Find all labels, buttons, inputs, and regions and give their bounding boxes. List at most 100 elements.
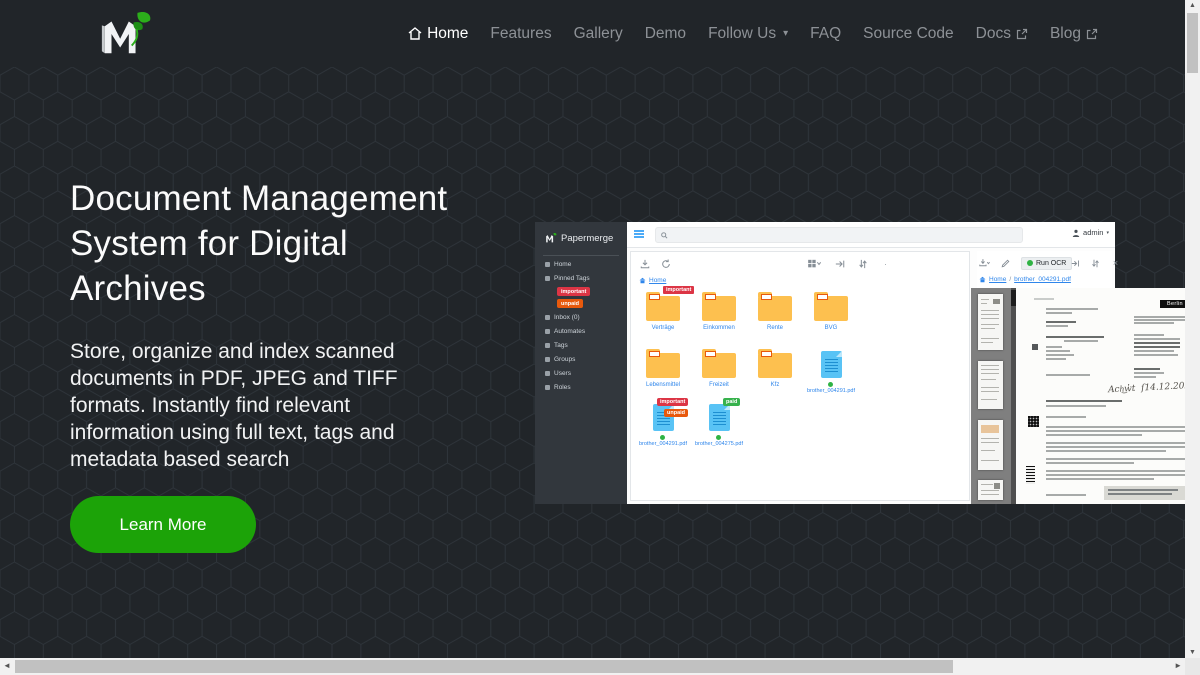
search-bar[interactable] — [655, 227, 1023, 243]
file-tag-important[interactable]: important — [657, 398, 688, 406]
roles-icon — [545, 385, 550, 390]
breadcrumb-home-link[interactable]: Home — [989, 276, 1006, 283]
user-menu[interactable]: admin ▾ — [1072, 228, 1109, 237]
close-icon[interactable]: × — [1110, 258, 1121, 269]
nav-docs[interactable]: Docs — [967, 19, 1037, 49]
vertical-scrollbar-thumb[interactable] — [1187, 13, 1198, 73]
vertical-scrollbar[interactable]: ▲ ▼ — [1185, 0, 1200, 658]
nav-blog[interactable]: Blog — [1041, 19, 1107, 49]
pinned-tag-important[interactable]: important — [557, 287, 590, 296]
sidebar-item-label: Tags — [554, 342, 568, 349]
breadcrumb-home-link[interactable]: Home — [649, 277, 666, 284]
folder-item[interactable]: BVG — [805, 296, 857, 331]
folder-name[interactable]: BVG — [805, 325, 857, 331]
commander-panel: · Home important Verträge Einkommen Rent… — [630, 251, 970, 501]
search-icon — [661, 232, 668, 239]
folder-name[interactable]: Rente — [749, 325, 801, 331]
user-label: admin — [1083, 228, 1103, 237]
folder-name[interactable]: Verträge — [637, 325, 689, 331]
menu-toggle-icon[interactable] — [634, 230, 644, 239]
file-tag-unpaid[interactable]: unpaid — [664, 409, 688, 417]
folder-item[interactable]: Lebensmittel — [637, 353, 689, 388]
page-thumbnail[interactable] — [978, 294, 1003, 350]
papermerge-logo[interactable] — [95, 9, 153, 59]
folder-name[interactable]: Lebensmittel — [637, 382, 689, 388]
document-name[interactable]: brother_004275.pdf — [693, 435, 745, 447]
document-page[interactable]: Berlin Ach͜w — [1016, 288, 1200, 504]
page-thumbnail[interactable] — [978, 420, 1003, 470]
learn-more-button[interactable]: Learn More — [70, 496, 256, 553]
breadcrumb-separator: / — [1009, 276, 1011, 283]
nav-demo[interactable]: Demo — [636, 19, 695, 49]
paragraph-line: information using full text, tags and — [70, 419, 490, 446]
sidebar-item-groups[interactable]: Groups — [545, 356, 575, 363]
download-dropdown-icon[interactable] — [979, 258, 990, 269]
expand-panel-icon[interactable] — [834, 259, 845, 270]
folder-item[interactable]: Verträge — [637, 296, 689, 331]
commander-toolbar-left — [639, 256, 671, 272]
file-tag-paid[interactable]: paid — [723, 398, 740, 406]
nav-features[interactable]: Features — [481, 19, 560, 49]
sidebar-item-roles[interactable]: Roles — [545, 384, 571, 391]
upload-icon[interactable] — [639, 259, 650, 270]
horizontal-scrollbar-thumb[interactable] — [15, 660, 953, 673]
nav-home[interactable]: Home — [399, 19, 477, 49]
ocr-done-icon — [716, 435, 721, 440]
tags-icon — [545, 343, 550, 348]
refresh-icon[interactable] — [660, 259, 671, 270]
folder-name[interactable]: Kfz — [749, 382, 801, 388]
scroll-right-arrow[interactable]: ► — [1174, 661, 1182, 670]
scroll-up-arrow[interactable]: ▲ — [1185, 2, 1200, 9]
folder-name[interactable]: Freizeit — [693, 382, 745, 388]
divider — [543, 255, 619, 256]
scroll-left-arrow[interactable]: ◄ — [3, 661, 11, 670]
paragraph-line: Store, organize and index scanned — [70, 338, 490, 365]
sidebar-item-inbox[interactable]: Inbox (0) — [545, 314, 580, 321]
nav-source-code[interactable]: Source Code — [854, 19, 962, 49]
nav-gallery[interactable]: Gallery — [565, 19, 632, 49]
nav-follow-us-label: Follow Us — [708, 25, 776, 43]
swap-panels-icon[interactable] — [857, 259, 868, 270]
nav-faq[interactable]: FAQ — [801, 19, 850, 49]
breadcrumb-doc-link[interactable]: brother_004291.pdf — [1014, 276, 1071, 283]
page-title: Document Management System for Digital A… — [70, 176, 490, 311]
document-name[interactable]: brother_004291.pdf — [805, 382, 857, 394]
pinned-tag-unpaid[interactable]: unpaid — [557, 299, 583, 308]
folder-item[interactable]: Kfz — [749, 353, 801, 388]
hero-description: Store, organize and index scanned docume… — [70, 338, 490, 473]
folder-item[interactable]: Einkommen — [693, 296, 745, 331]
viewer-breadcrumb[interactable]: Home / brother_004291.pdf — [979, 276, 1071, 283]
search-input[interactable] — [672, 232, 1017, 239]
run-ocr-button[interactable]: Run OCR — [1021, 257, 1072, 270]
more-options-icon[interactable]: · — [880, 259, 891, 270]
sidebar-item-users[interactable]: Users — [545, 370, 571, 377]
scroll-down-arrow[interactable]: ▼ — [1185, 649, 1200, 656]
folder-item[interactable]: Freizeit — [693, 353, 745, 388]
folder-item[interactable]: Rente — [749, 296, 801, 331]
page-thumbnail[interactable] — [978, 361, 1003, 409]
sidebar-item-tags[interactable]: Tags — [545, 342, 568, 349]
document-item[interactable]: brother_004291.pdf — [805, 351, 857, 394]
document-name[interactable]: brother_004291.pdf — [637, 435, 689, 447]
nav-follow-us-dropdown[interactable]: Follow Us ▾ — [699, 19, 797, 49]
app-brand[interactable]: Papermerge — [544, 232, 613, 244]
collapse-panel-icon[interactable] — [1070, 258, 1081, 269]
dragged-tag-important[interactable]: important — [662, 285, 695, 295]
sidebar-item-label: Inbox (0) — [554, 314, 580, 321]
sidebar-item-home[interactable]: Home — [545, 261, 571, 268]
folder-name[interactable]: Einkommen — [693, 325, 745, 331]
user-icon — [1072, 229, 1080, 237]
rename-pencil-icon[interactable] — [1000, 258, 1011, 269]
document-item[interactable]: important unpaid brother_004291.pdf — [637, 404, 689, 447]
sidebar-item-pinned-tags[interactable]: Pinned Tags — [545, 275, 590, 282]
commander-breadcrumb[interactable]: Home — [639, 277, 666, 284]
horizontal-scrollbar[interactable]: ◄ ► — [0, 658, 1185, 675]
top-navbar: Home Features Gallery Demo Follow Us ▾ F… — [0, 0, 1185, 67]
sidebar-item-automates[interactable]: Automates — [545, 328, 585, 335]
ocr-done-icon — [660, 435, 665, 440]
document-item[interactable]: paid brother_004275.pdf — [693, 404, 745, 447]
viewer-toolbar-right: × — [1070, 255, 1121, 271]
swap-panels-icon[interactable] — [1090, 258, 1101, 269]
page-thumbnail[interactable] — [978, 480, 1003, 500]
view-mode-dropdown-icon[interactable] — [806, 259, 822, 270]
